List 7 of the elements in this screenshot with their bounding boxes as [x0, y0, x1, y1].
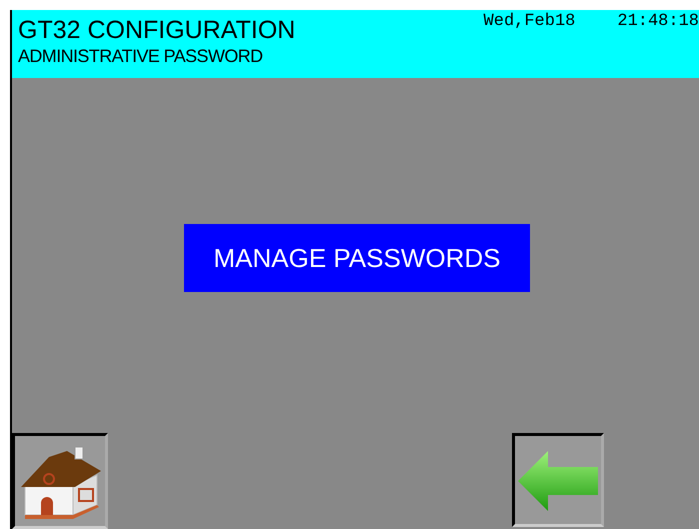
- screen-subtitle: ADMINISTRATIVE PASSWORD: [18, 45, 264, 68]
- home-button[interactable]: [12, 433, 108, 529]
- time-text: 21:48:18: [617, 12, 699, 31]
- screen-title: GT32 CONFIGURATION: [18, 16, 296, 44]
- back-button[interactable]: [512, 433, 604, 527]
- date-text: Wed,Feb18: [484, 12, 576, 31]
- manage-passwords-button[interactable]: MANAGE PASSWORDS: [184, 224, 530, 292]
